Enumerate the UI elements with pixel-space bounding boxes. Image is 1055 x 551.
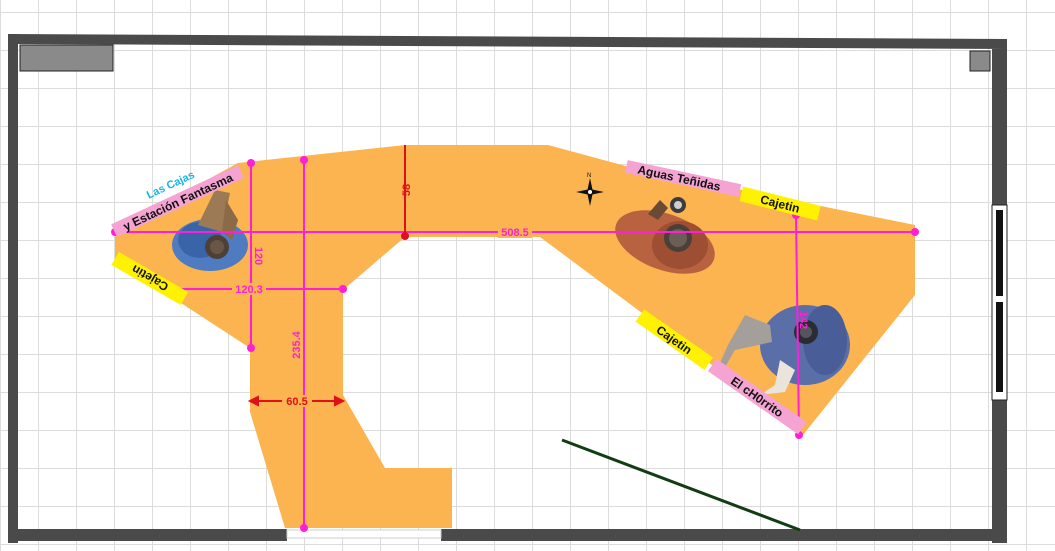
dim-120-3-label: 120.3 (235, 284, 263, 296)
floor-plan: N 508.5 58 120.3 120 235.4 60.5 142 y Es… (8, 34, 1008, 543)
wall-left (8, 34, 18, 543)
dim-235-label: 235.4 (291, 330, 303, 358)
wall-top (8, 34, 1007, 49)
door-gap-threshold (286, 529, 442, 539)
column-top-left (19, 44, 114, 72)
dim-120-label: 120 (252, 247, 264, 265)
dim-60-5-label: 60.5 (286, 396, 307, 408)
dim-58-label: 58 (401, 184, 413, 196)
dim-508-label: 508.5 (501, 227, 529, 239)
dim-right-label: 142 (797, 311, 809, 329)
svg-text:N: N (587, 173, 591, 179)
column-top-right (969, 50, 991, 72)
wall-bottom-right (441, 529, 1007, 541)
door-swing-line (561, 438, 801, 532)
window-right (991, 204, 1008, 401)
wall-bottom-left (8, 529, 287, 541)
